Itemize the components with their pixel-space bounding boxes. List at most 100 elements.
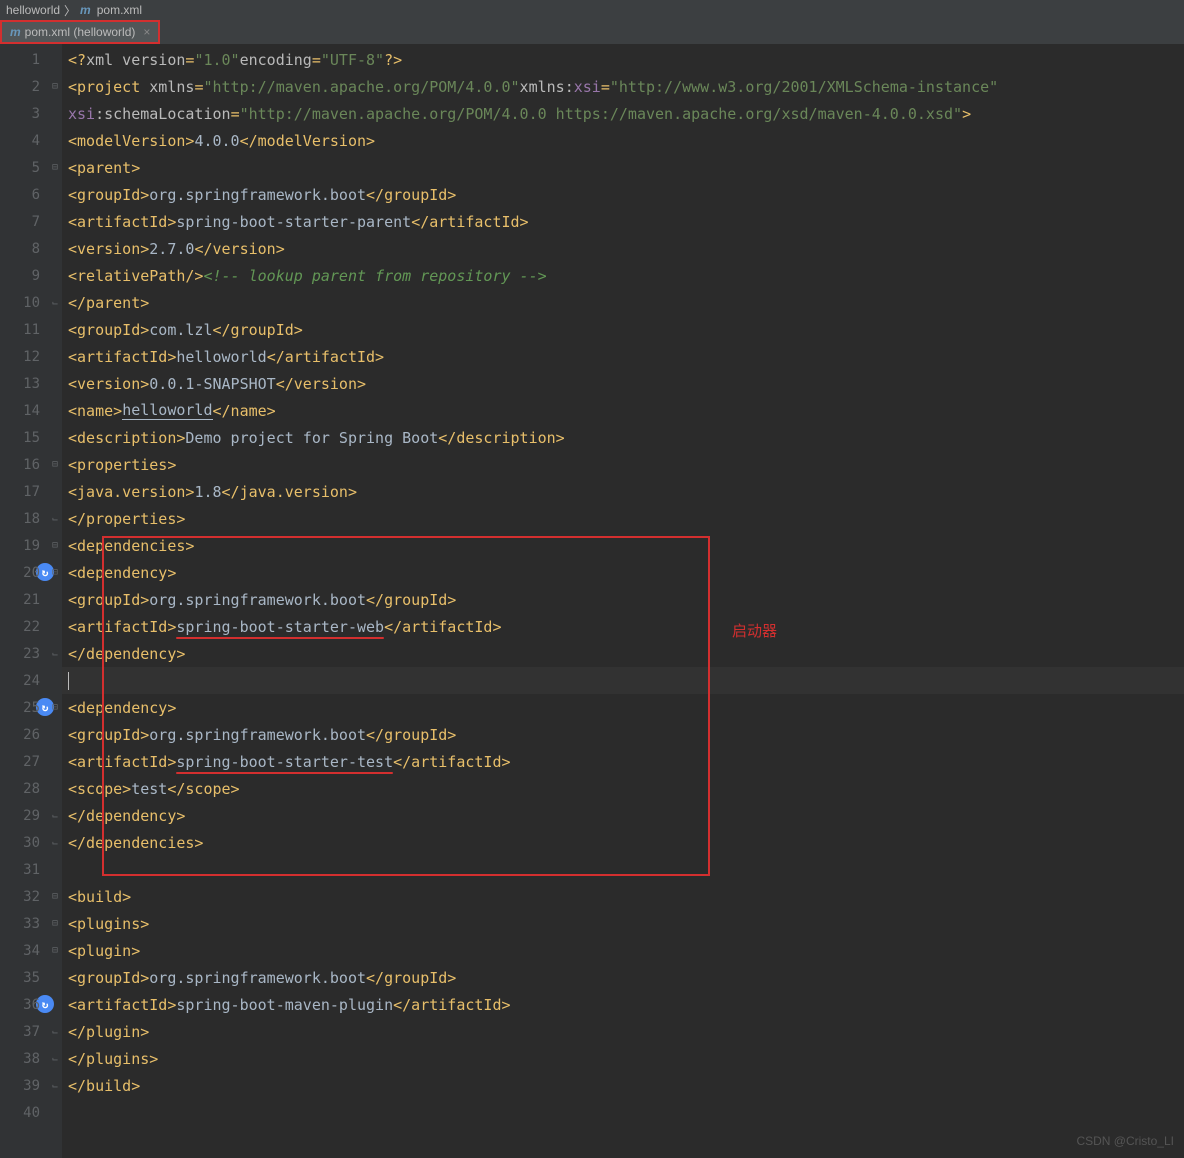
line-number: 25⊟ [0,694,62,721]
code-line[interactable]: <plugins> [62,910,1184,937]
code-line[interactable]: xsi:schemaLocation="http://maven.apache.… [62,100,1184,127]
line-number: 34⊟ [0,937,62,964]
fold-end-icon[interactable]: ⌐ [52,1080,58,1091]
line-number: 39⌐ [0,1072,62,1099]
line-number: 40 [0,1099,62,1126]
code-line[interactable]: </dependency> [62,640,1184,667]
code-line[interactable] [62,667,1184,694]
code-line[interactable]: <groupId>org.springframework.boot</group… [62,964,1184,991]
code-line[interactable]: <groupId>org.springframework.boot</group… [62,721,1184,748]
fold-icon[interactable]: ⊟ [52,702,58,713]
code-line[interactable] [62,856,1184,883]
code-line[interactable]: <relativePath/> <!-- lookup parent from … [62,262,1184,289]
line-number: 2⊟ [0,73,62,100]
fold-end-icon[interactable]: ⌐ [52,648,58,659]
code-line[interactable]: <?xml version="1.0" encoding="UTF-8"?> [62,46,1184,73]
tab-pom-xml[interactable]: m pom.xml (helloworld) × [0,20,160,44]
line-number: 3 [0,100,62,127]
maven-icon: m [10,25,21,39]
fold-end-icon[interactable]: ⌐ [52,1053,58,1064]
line-number: 26 [0,721,62,748]
line-number: 16⊟ [0,451,62,478]
code-line[interactable]: <name>helloworld</name> [62,397,1184,424]
line-number: 7 [0,208,62,235]
line-number: 20⊟ [0,559,62,586]
code-line[interactable]: <dependency> [62,559,1184,586]
line-number: 5⊟ [0,154,62,181]
line-number: 21 [0,586,62,613]
fold-icon[interactable]: ⊟ [52,891,58,902]
code-line[interactable]: <parent> [62,154,1184,181]
code-line[interactable]: </dependency> [62,802,1184,829]
code-line[interactable]: <modelVersion>4.0.0</modelVersion> [62,127,1184,154]
line-number: 33⊟ [0,910,62,937]
code-line[interactable]: <properties> [62,451,1184,478]
fold-end-icon[interactable]: ⌐ [52,513,58,524]
fold-end-icon[interactable]: ⌐ [52,810,58,821]
code-line[interactable]: <project xmlns="http://maven.apache.org/… [62,73,1184,100]
code-line[interactable]: <description>Demo project for Spring Boo… [62,424,1184,451]
tab-label: pom.xml (helloworld) [25,25,136,39]
line-number: 24 [0,667,62,694]
code-line[interactable]: <artifactId>helloworld</artifactId> [62,343,1184,370]
line-number: 29⌐ [0,802,62,829]
line-number: 18⌐ [0,505,62,532]
line-number: 14 [0,397,62,424]
fold-icon[interactable]: ⊟ [52,81,58,92]
breadcrumb-project[interactable]: helloworld [6,3,60,17]
code-line[interactable]: <artifactId>spring-boot-maven-plugin</ar… [62,991,1184,1018]
code-line[interactable]: <dependencies> [62,532,1184,559]
fold-end-icon[interactable]: ⌐ [52,297,58,308]
fold-icon[interactable]: ⊟ [52,540,58,551]
line-number: 30⌐ [0,829,62,856]
code-line[interactable]: </parent> [62,289,1184,316]
fold-icon[interactable]: ⊟ [52,918,58,929]
code-line[interactable]: </build> [62,1072,1184,1099]
fold-end-icon[interactable]: ⌐ [52,1026,58,1037]
code-line[interactable]: <groupId>org.springframework.boot</group… [62,181,1184,208]
code-line[interactable]: <scope>test</scope> [62,775,1184,802]
close-icon[interactable]: × [143,25,150,39]
watermark: CSDN @Cristo_LI [1076,1134,1174,1148]
code-line[interactable]: </plugins> [62,1045,1184,1072]
line-number: 22 [0,613,62,640]
code-line[interactable]: <artifactId>spring-boot-starter-test</ar… [62,748,1184,775]
fold-icon[interactable]: ⊟ [52,945,58,956]
line-number: 31 [0,856,62,883]
code-line[interactable]: <build> [62,883,1184,910]
line-number: 11 [0,316,62,343]
gutter: 12⊟345⊟678910⌐111213141516⊟1718⌐19⊟20⊟21… [0,44,62,1158]
line-number: 4 [0,127,62,154]
code-line[interactable]: <dependency> [62,694,1184,721]
line-number: 9 [0,262,62,289]
code-line[interactable]: <version>2.7.0</version> [62,235,1184,262]
line-number: 28 [0,775,62,802]
tab-bar: m pom.xml (helloworld) × [0,20,1184,44]
breadcrumb-file[interactable]: pom.xml [97,3,142,17]
code-line[interactable]: <artifactId>spring-boot-starter-parent</… [62,208,1184,235]
fold-icon[interactable]: ⊟ [52,162,58,173]
fold-icon[interactable]: ⊟ [52,567,58,578]
fold-icon[interactable]: ⊟ [52,459,58,470]
code-line[interactable]: <java.version>1.8</java.version> [62,478,1184,505]
code-editor[interactable]: 12⊟345⊟678910⌐111213141516⊟1718⌐19⊟20⊟21… [0,44,1184,1158]
annotation-label: 启动器 [732,620,777,641]
code-line[interactable]: <plugin> [62,937,1184,964]
code-line[interactable]: <groupId>com.lzl</groupId> [62,316,1184,343]
code-line[interactable] [62,1099,1184,1126]
maven-icon: m [80,3,91,17]
code-line[interactable]: </plugin> [62,1018,1184,1045]
code-area[interactable]: 启动器 <?xml version="1.0" encoding="UTF-8"… [62,44,1184,1158]
line-number: 6 [0,181,62,208]
code-line[interactable]: </properties> [62,505,1184,532]
line-number: 1 [0,46,62,73]
code-line[interactable]: <groupId>org.springframework.boot</group… [62,586,1184,613]
line-number: 35 [0,964,62,991]
fold-end-icon[interactable]: ⌐ [52,837,58,848]
code-line[interactable]: <artifactId>spring-boot-starter-web</art… [62,613,1184,640]
code-line[interactable]: </dependencies> [62,829,1184,856]
line-number: 10⌐ [0,289,62,316]
breadcrumb: helloworld 〉 m pom.xml [0,0,1184,20]
line-number: 13 [0,370,62,397]
code-line[interactable]: <version>0.0.1-SNAPSHOT</version> [62,370,1184,397]
